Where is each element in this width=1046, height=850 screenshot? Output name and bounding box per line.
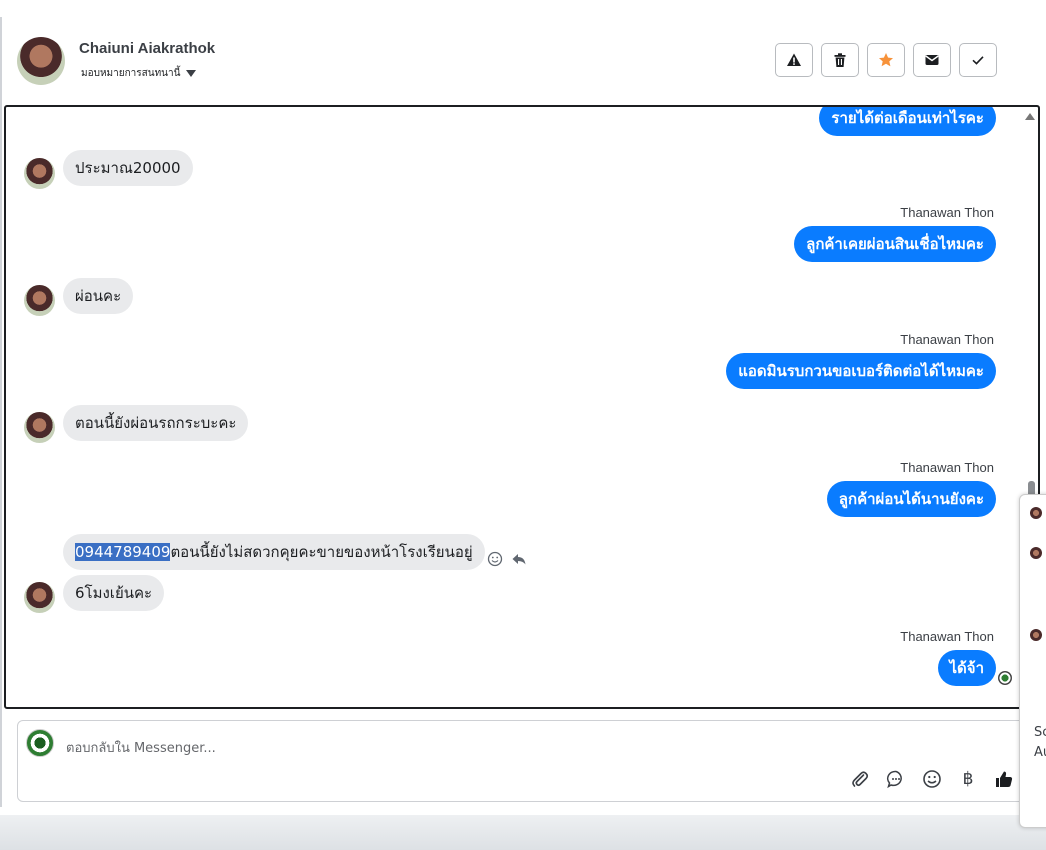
conversation-header: Chaiuni Aiakrathok มอบหมายการสนทนานี้ xyxy=(0,17,1046,105)
sender-name: Thanawan Thon xyxy=(900,205,994,220)
chevron-down-icon xyxy=(186,70,197,77)
delete-button[interactable] xyxy=(821,43,859,77)
mark-unread-button[interactable] xyxy=(913,43,951,77)
side-popup-panel[interactable]: Sc Au xyxy=(1019,494,1046,828)
popup-text: Sc xyxy=(1034,725,1046,740)
outgoing-message[interactable]: ได้จ้า xyxy=(937,650,996,686)
reply-composer[interactable]: ตอบกลับใน Messenger... ฿ xyxy=(17,720,1033,802)
saved-replies-icon[interactable] xyxy=(886,769,906,789)
outgoing-message[interactable]: รายได้ต่อเดือนเท่าไรคะ xyxy=(819,107,996,136)
incoming-message[interactable]: ประมาณ20000 xyxy=(63,150,193,186)
reply-input[interactable]: ตอบกลับใน Messenger... xyxy=(66,737,216,758)
page-avatar xyxy=(26,729,54,757)
paperclip-icon[interactable] xyxy=(850,769,870,789)
sender-avatar[interactable] xyxy=(24,582,55,613)
check-icon xyxy=(972,56,984,65)
assign-conversation-dropdown[interactable]: มอบหมายการสนทนานี้ xyxy=(81,66,197,81)
reply-icon[interactable] xyxy=(511,551,527,567)
popup-avatar xyxy=(1030,547,1042,559)
contact-avatar[interactable] xyxy=(17,37,65,85)
star-icon xyxy=(879,53,893,67)
star-button[interactable] xyxy=(867,43,905,77)
scroll-up-arrow[interactable] xyxy=(1025,113,1035,120)
envelope-icon xyxy=(925,55,939,65)
trash-icon xyxy=(834,53,846,67)
incoming-message[interactable]: 6โมงเย้นคะ xyxy=(63,575,165,611)
seen-indicator-avatar xyxy=(998,671,1012,685)
outgoing-message[interactable]: แอดมินรบกวนขอเบอร์ติดต่อได้ไหมคะ xyxy=(726,353,996,389)
header-toolbar xyxy=(775,43,997,77)
left-divider xyxy=(0,17,2,807)
react-emoji-icon[interactable] xyxy=(487,551,503,567)
spam-button[interactable] xyxy=(775,43,813,77)
popup-avatar xyxy=(1030,507,1042,519)
message-actions xyxy=(487,551,527,567)
warning-icon xyxy=(787,53,801,66)
contact-name[interactable]: Chaiuni Aiakrathok xyxy=(79,40,215,57)
emoji-icon[interactable] xyxy=(922,769,942,789)
sender-avatar[interactable] xyxy=(24,285,55,316)
payment-request-icon[interactable]: ฿ xyxy=(958,769,978,789)
message-thread[interactable]: รายได้ต่อเดือนเท่าไรคะ ประมาณ20000 Thana… xyxy=(4,105,1040,709)
sender-name: Thanawan Thon xyxy=(900,629,994,644)
popup-avatar xyxy=(1030,629,1042,641)
assign-label: มอบหมายการสนทนานี้ xyxy=(81,68,181,79)
thumbs-up-icon[interactable] xyxy=(994,769,1014,789)
top-strip xyxy=(0,0,1046,18)
sender-avatar[interactable] xyxy=(24,412,55,443)
bottom-band xyxy=(0,815,1046,850)
message-text: ตอนนี้ยังไม่สดวกคุยคะขายของหน้าโรงเรียนอ… xyxy=(170,543,473,561)
outgoing-message[interactable]: ลูกค้าเคยผ่อนสินเชื่อไหมคะ xyxy=(794,226,996,262)
sender-avatar[interactable] xyxy=(24,158,55,189)
sender-name: Thanawan Thon xyxy=(900,332,994,347)
incoming-message[interactable]: 0944789409ตอนนี้ยังไม่สดวกคุยคะขายของหน้… xyxy=(63,534,485,570)
sender-name: Thanawan Thon xyxy=(900,460,994,475)
incoming-message[interactable]: ผ่อนคะ xyxy=(63,278,134,314)
outgoing-message[interactable]: ลูกค้าผ่อนได้นานยังคะ xyxy=(826,481,996,517)
popup-text: Au xyxy=(1034,745,1046,760)
incoming-message[interactable]: ตอนนี้ยังผ่อนรถกระบะคะ xyxy=(63,405,249,441)
done-button[interactable] xyxy=(959,43,997,77)
selected-phone-number[interactable]: 0944789409 xyxy=(75,543,171,561)
composer-toolbar: ฿ xyxy=(850,769,1014,789)
